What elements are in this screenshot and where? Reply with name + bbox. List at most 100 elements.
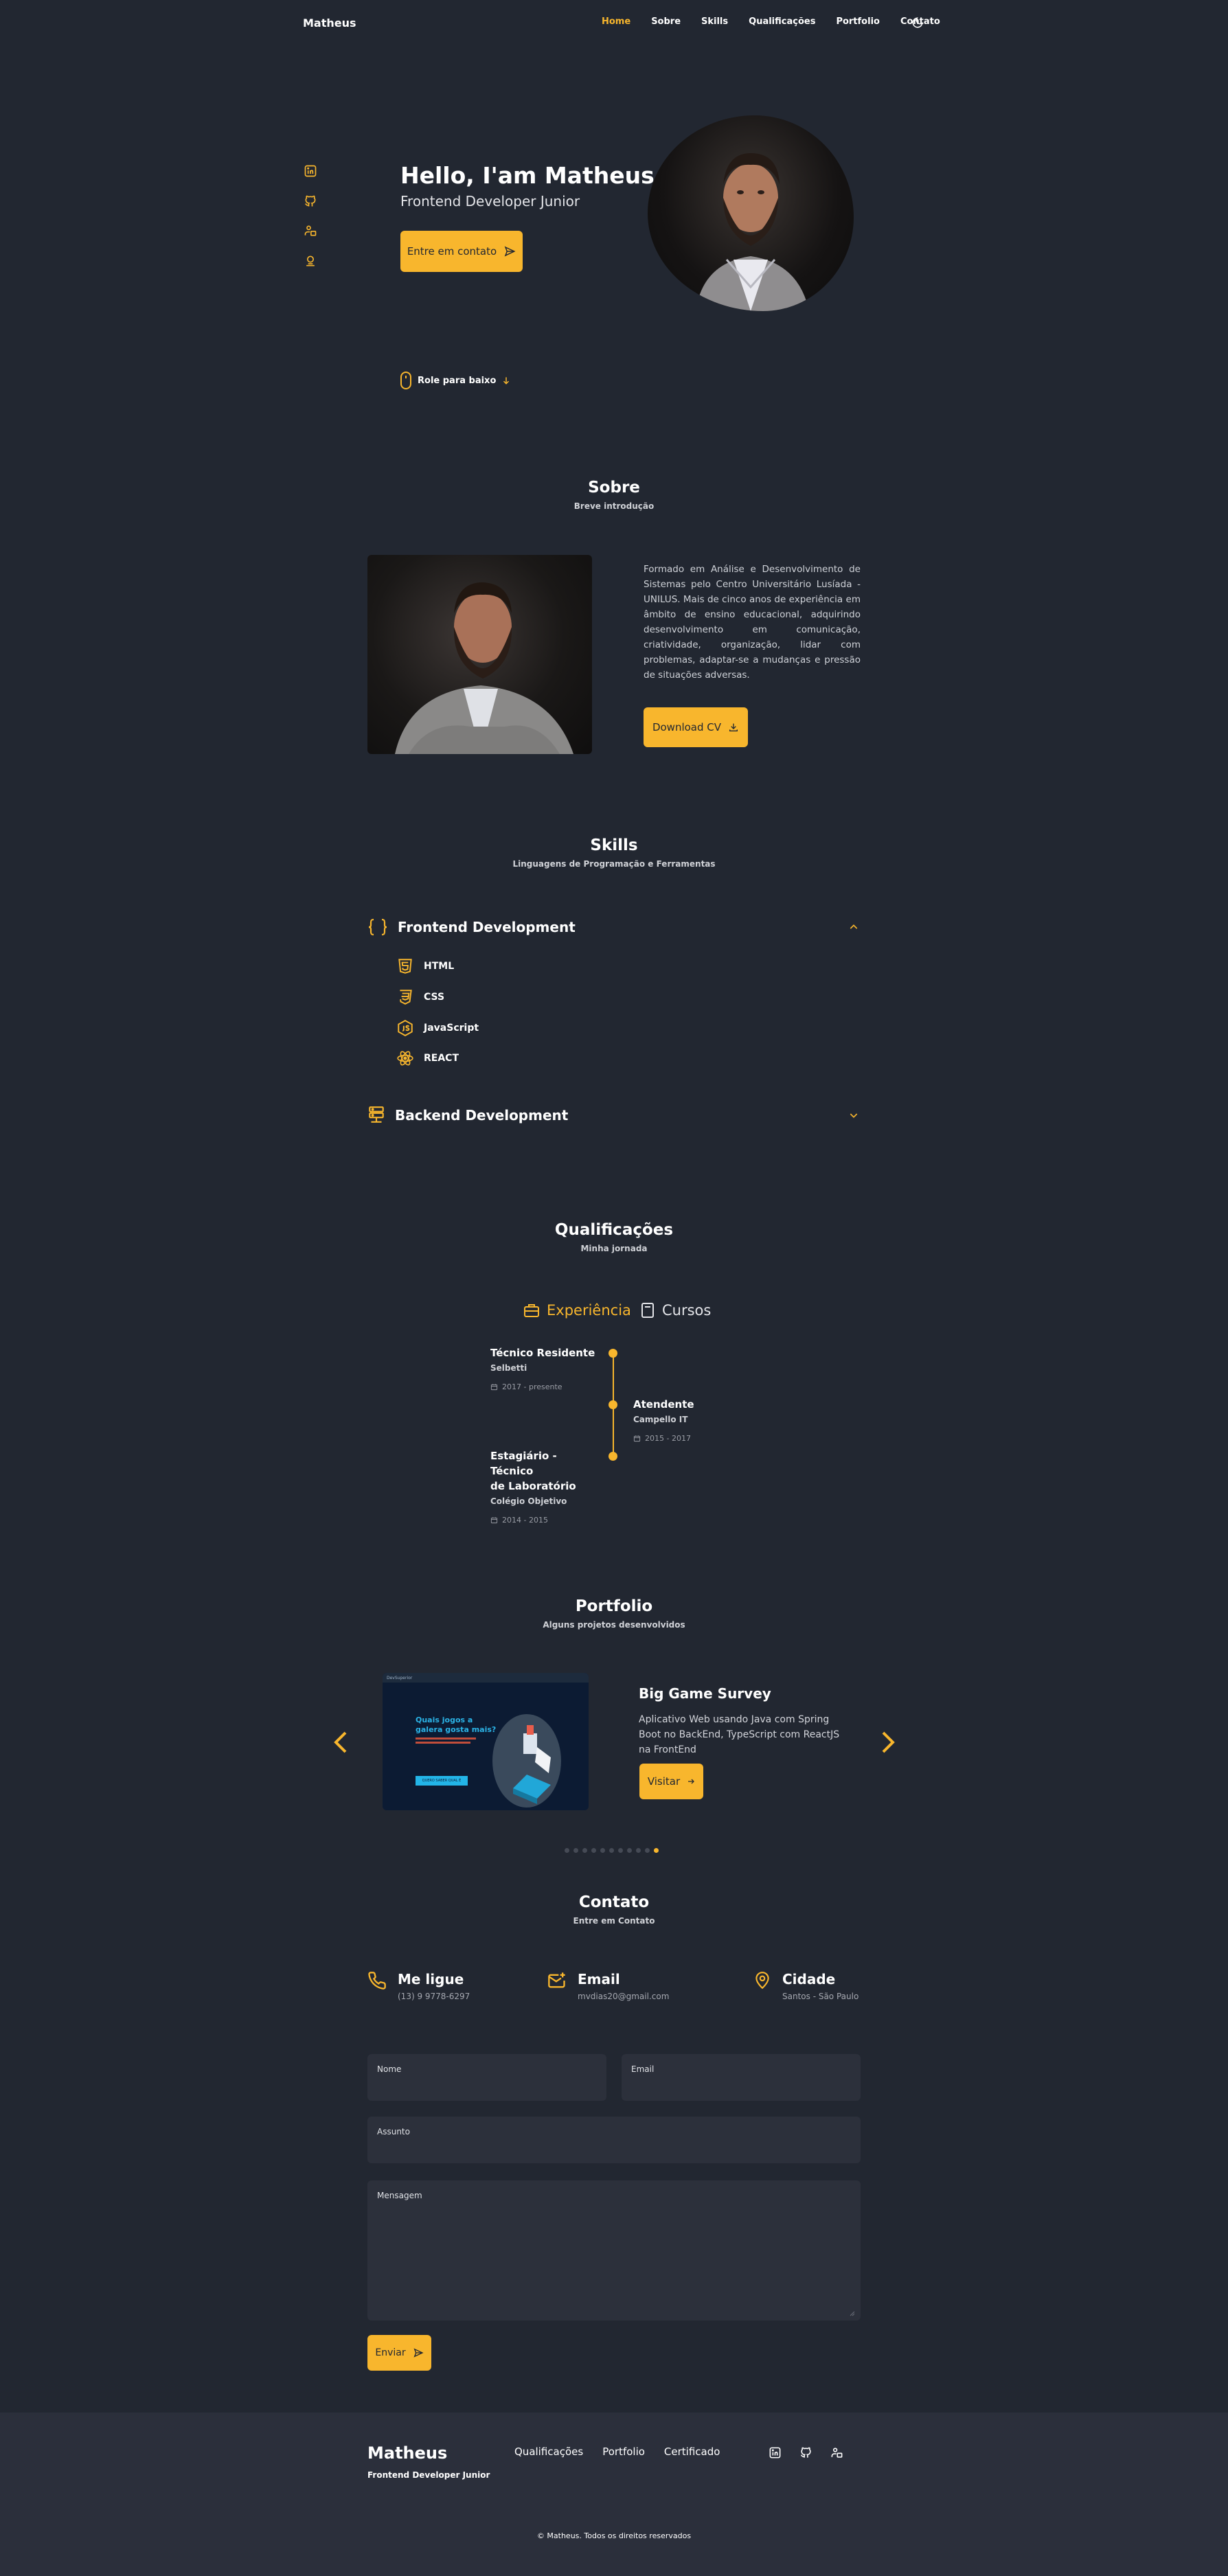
contact-city: Cidade Santos - São Paulo (753, 1971, 859, 2001)
skills-title: Skills (590, 836, 638, 854)
carousel-dot[interactable] (609, 1848, 614, 1853)
download-cv-label: Download CV (652, 721, 722, 733)
tab-experiencia[interactable]: Experiência (523, 1302, 631, 1319)
nav-link-skills[interactable]: Skills (701, 16, 728, 27)
footer-link-certificado[interactable]: Certificado (664, 2446, 720, 2458)
subject-field[interactable]: Assunto (367, 2117, 861, 2163)
nav-brand[interactable]: Matheus (303, 16, 356, 30)
timeline-dot (609, 1452, 617, 1461)
scroll-label: Role para baixo (418, 375, 497, 386)
footer-link-portfolio[interactable]: Portfolio (602, 2446, 645, 2458)
carousel-dot[interactable] (645, 1848, 650, 1853)
briefcase-icon (523, 1303, 540, 1318)
moon-icon[interactable] (911, 16, 924, 29)
hero-subtitle: Frontend Developer Junior (400, 193, 580, 209)
carousel-dot[interactable] (600, 1848, 605, 1853)
timeline-entry: Atendente Campello IT 2015 - 2017 (633, 1397, 743, 1443)
skill-javascript: JavaScript (396, 1019, 479, 1037)
send-message-label: Enviar (375, 2347, 406, 2358)
entry-title: Técnico Residente (490, 1347, 595, 1359)
carousel-dot[interactable] (573, 1848, 578, 1853)
mail-add-icon (547, 1971, 567, 2001)
visit-project-button[interactable]: Visitar (639, 1764, 703, 1799)
message-field[interactable]: Mensagem (367, 2180, 861, 2321)
name-field[interactable]: Nome (367, 2054, 606, 2101)
project-screenshot: DevSuperior Quais jogos a galera gosta m… (383, 1673, 589, 1810)
screenshot-text-line (416, 1742, 470, 1744)
carousel-dot[interactable] (618, 1848, 623, 1853)
download-cv-button[interactable]: Download CV (644, 707, 748, 747)
linkedin-icon[interactable] (304, 164, 319, 179)
skill-react-label: REACT (424, 1053, 459, 1064)
about-title: Sobre (588, 479, 640, 497)
github-icon[interactable] (799, 2446, 812, 2459)
contact-email: Email mvdias20@gmail.com (547, 1971, 669, 2001)
hero-title: Hello, I'am Matheus (400, 162, 655, 189)
contact-email-value[interactable]: mvdias20@gmail.com (578, 1992, 669, 2001)
entry-date: 2017 - presente (490, 1382, 600, 1391)
send-icon (503, 245, 516, 258)
chevron-down-icon[interactable] (848, 1110, 859, 1121)
message-textarea[interactable] (377, 2208, 851, 2315)
email-input[interactable] (631, 2085, 851, 2095)
qualifications-title: Qualificações (554, 1221, 674, 1239)
nav-link-home[interactable]: Home (602, 16, 630, 27)
about-subtitle: Breve introdução (573, 501, 655, 511)
frontend-skills-header[interactable]: Frontend Development (367, 917, 859, 937)
contact-phone-value[interactable]: (13) 9 9778-6297 (398, 1992, 470, 2001)
resize-handle-icon[interactable] (850, 2311, 855, 2316)
backend-skills-header[interactable]: Backend Development (367, 1106, 859, 1125)
carousel-dot[interactable] (591, 1848, 596, 1853)
scroll-down-link[interactable]: Role para baixo (400, 371, 511, 390)
contact-city-text: Cidade Santos - São Paulo (782, 1971, 859, 2001)
mouse-icon (400, 371, 412, 390)
portfolio-user-icon[interactable] (830, 2446, 843, 2459)
carousel-prev-button[interactable] (332, 1730, 350, 1755)
tab-cursos-label: Cursos (662, 1302, 712, 1319)
calendar-icon (490, 1383, 498, 1391)
send-icon (413, 2347, 424, 2358)
project-description: Aplicativo Web usando Java com Spring Bo… (639, 1714, 840, 1755)
arrow-right-icon (687, 1777, 695, 1786)
tab-cursos[interactable]: Cursos (640, 1302, 711, 1319)
carousel-dot[interactable] (582, 1848, 587, 1853)
portfolio-user-icon[interactable] (304, 224, 319, 239)
name-input[interactable] (377, 2085, 597, 2095)
carousel-next-button[interactable] (879, 1730, 897, 1755)
linkedin-icon[interactable] (769, 2446, 782, 2459)
entry-date-text: 2017 - presente (502, 1382, 562, 1391)
carousel-dot[interactable] (636, 1848, 641, 1853)
carousel-dot[interactable] (654, 1848, 659, 1853)
copyright: © Matheus. Todos os direitos reservados (536, 2531, 692, 2540)
nav-link-portfolio[interactable]: Portfolio (836, 16, 880, 27)
certificate-icon[interactable] (304, 254, 319, 269)
subject-input[interactable] (377, 2147, 851, 2158)
visit-label: Visitar (647, 1775, 681, 1788)
backend-skills-title: Backend Development (395, 1107, 569, 1124)
github-icon[interactable] (304, 194, 319, 209)
nav-link-qualificacoes[interactable]: Qualificações (749, 16, 815, 27)
entry-date: 2015 - 2017 (633, 1434, 743, 1443)
nav-link-sobre[interactable]: Sobre (651, 16, 681, 27)
carousel-dot[interactable] (565, 1848, 569, 1853)
contact-cta-button[interactable]: Entre em contato (400, 231, 523, 272)
entry-title-line-2: de Laboratório (490, 1480, 576, 1492)
chevron-up-icon[interactable] (848, 922, 859, 933)
screenshot-header: DevSuperior (383, 1673, 589, 1683)
map-pin-icon (753, 1971, 771, 2001)
name-field-label: Nome (377, 2064, 402, 2074)
screenshot-heading: Quais jogos a galera gosta mais? (416, 1716, 496, 1735)
phone-icon (367, 1971, 387, 2001)
entry-date-text: 2014 - 2015 (502, 1516, 548, 1525)
contact-city-label: Cidade (782, 1971, 836, 1987)
braces-icon (367, 917, 388, 937)
nav-links: Home Sobre Skills Qualificações Portfoli… (602, 16, 961, 27)
carousel-dot[interactable] (627, 1848, 632, 1853)
book-icon (640, 1302, 655, 1319)
email-field[interactable]: Email (622, 2054, 861, 2101)
timeline-dot (609, 1349, 617, 1358)
footer-social (769, 2446, 843, 2459)
send-message-button[interactable]: Enviar (367, 2335, 431, 2371)
footer-link-qualificacoes[interactable]: Qualificações (514, 2446, 583, 2458)
skill-html-label: HTML (424, 961, 455, 972)
